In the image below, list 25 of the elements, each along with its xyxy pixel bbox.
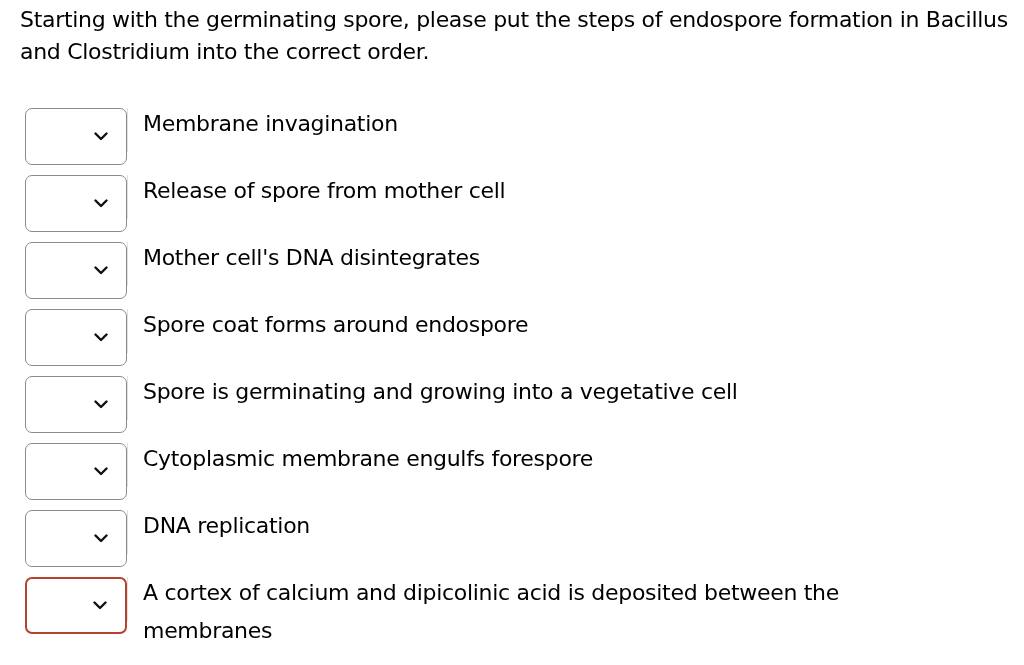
order-dropdown[interactable]: [25, 108, 127, 165]
order-dropdown[interactable]: [25, 376, 127, 433]
order-dropdown[interactable]: [25, 175, 127, 232]
chevron-down-icon: [94, 266, 108, 275]
step-text: Spore coat forms around endospore: [143, 311, 529, 339]
step-text: Cytoplasmic membrane engulfs forespore: [143, 445, 594, 473]
chevron-down-icon: [94, 467, 108, 476]
chevron-down-icon: [94, 199, 108, 208]
step-text: DNA replication: [143, 512, 310, 540]
order-dropdown[interactable]: [25, 242, 127, 299]
order-dropdown[interactable]: [25, 510, 127, 567]
step-text: Release of spore from mother cell: [143, 177, 506, 205]
step-text: A cortex of calcium and dipicolinic acid is deposited between the membranes: [143, 579, 840, 645]
order-dropdown[interactable]: [25, 309, 127, 366]
question-text: Starting with the germinating spore, please put the steps of endospore formation in Bacillus and Clostridium into the correct order.: [20, 6, 1009, 66]
chevron-down-icon: [94, 132, 108, 141]
step-text: Spore is germinating and growing into a vegetative cell: [143, 378, 738, 406]
step-text: Membrane invagination: [143, 110, 398, 138]
chevron-down-icon: [94, 534, 108, 543]
chevron-down-icon: [94, 333, 108, 342]
step-text: Mother cell's DNA disintegrates: [143, 244, 480, 272]
order-dropdown[interactable]: [25, 443, 127, 500]
chevron-down-icon: [94, 400, 108, 409]
chevron-down-icon: [93, 601, 107, 610]
order-dropdown[interactable]: [25, 577, 127, 634]
